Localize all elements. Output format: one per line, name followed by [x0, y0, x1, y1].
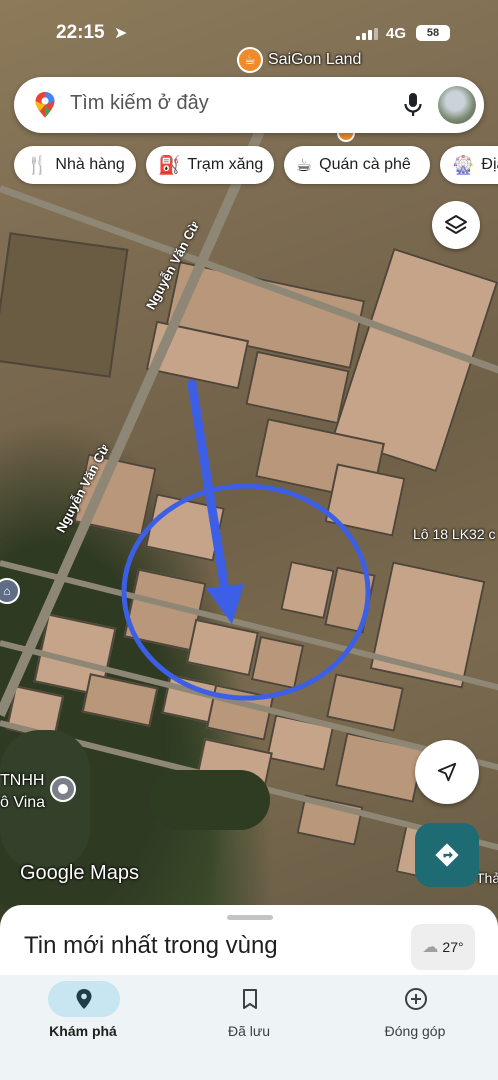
signal-bars-icon — [356, 28, 378, 40]
chip-gas-stations[interactable]: ⛽ Trạm xăng — [146, 146, 274, 184]
account-avatar[interactable] — [438, 86, 476, 124]
battery-indicator: 58 — [416, 25, 450, 41]
nav-contribute[interactable]: Đóng góp — [332, 975, 498, 1055]
nav-saved[interactable]: Đã lưu — [166, 975, 332, 1055]
chip-label: Nhà hàng — [55, 156, 125, 173]
network-type: 4G — [386, 25, 407, 42]
nav-explore-icon-wrap — [48, 981, 120, 1017]
nav-label: Khám phá — [49, 1023, 117, 1039]
bottom-navigation: Khám phá Đã lưu Đóng góp — [0, 975, 498, 1080]
gas-station-icon: ⛽ — [158, 154, 181, 175]
chip-attractions[interactable]: 🎡 Địa — [440, 146, 498, 184]
chip-coffee[interactable]: ☕ Quán cà phê — [284, 146, 430, 184]
location-arrow-icon: ➤ — [114, 25, 128, 42]
annotation-circle — [121, 483, 371, 701]
microphone-icon[interactable] — [402, 91, 424, 119]
explore-pin-icon — [76, 989, 92, 1009]
navigation-arrow-icon — [437, 762, 457, 782]
layers-icon — [445, 215, 467, 234]
weather-badge[interactable]: ☁ 27° — [411, 924, 475, 970]
google-maps-logo: Google Maps — [20, 862, 139, 884]
chip-label: Quán cà phê — [319, 156, 411, 173]
nav-label: Đã lưu — [227, 1023, 271, 1039]
latest-news-sheet[interactable]: Tin mới nhất trong vùng ☁ 27° — [0, 905, 498, 980]
nav-saved-icon-wrap — [214, 981, 286, 1017]
directions-icon — [435, 843, 459, 867]
place-name[interactable]: SaiGon Land — [268, 51, 361, 69]
sheet-title: Tin mới nhất trong vùng — [24, 932, 278, 959]
nav-label: Đóng góp — [384, 1023, 446, 1039]
sheet-drag-handle[interactable] — [227, 915, 273, 920]
chip-restaurants[interactable]: 🍴 Nhà hàng — [14, 146, 136, 184]
annotation-arrow-head — [206, 584, 244, 624]
my-location-button[interactable] — [415, 740, 479, 804]
coffee-icon: ☕ — [296, 154, 313, 175]
cloud-icon: ☁ — [422, 939, 439, 956]
google-maps-pin-icon — [35, 92, 55, 118]
search-bar[interactable]: Tìm kiếm ở đây — [14, 77, 484, 133]
nav-contribute-icon-wrap — [380, 981, 452, 1017]
coffee-place-pin-icon[interactable]: ☕ — [237, 47, 263, 73]
restaurant-icon: 🍴 — [26, 154, 49, 175]
directions-button[interactable] — [415, 823, 479, 887]
layers-button[interactable] — [432, 201, 480, 249]
bookmark-icon — [243, 989, 257, 1009]
chip-label: Địa — [481, 156, 498, 173]
add-circle-icon — [405, 988, 427, 1010]
chip-label: Trạm xăng — [187, 156, 264, 173]
attraction-icon: 🎡 — [452, 154, 475, 175]
search-placeholder[interactable]: Tìm kiếm ở đây — [70, 92, 209, 115]
nav-explore[interactable]: Khám phá — [0, 975, 166, 1055]
status-time: 22:15 — [56, 22, 105, 43]
temperature: 27° — [442, 939, 464, 955]
